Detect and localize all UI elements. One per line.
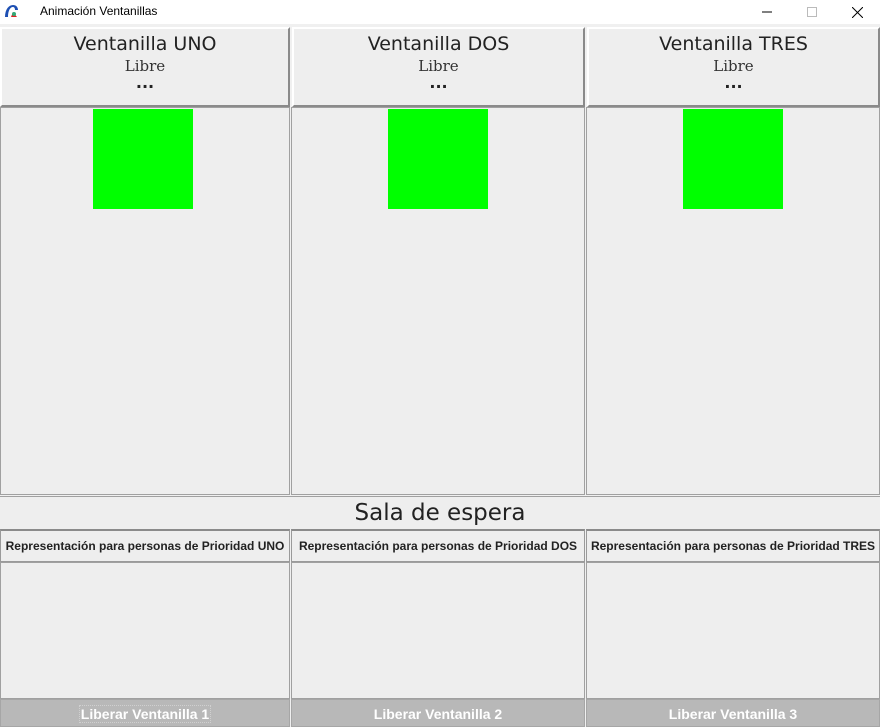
ventanilla-dots: ...	[135, 73, 155, 92]
ventanilla-dots: ...	[724, 73, 743, 92]
prioridad-dos-header: Representación para personas de Priorida…	[291, 529, 585, 562]
window-title: Animación Ventanillas	[40, 4, 158, 18]
prioridad-tres-header: Representación para personas de Priorida…	[586, 529, 880, 562]
prioridad-tres-area	[586, 562, 880, 699]
app-icon	[5, 5, 18, 17]
ventanilla-name: Ventanilla DOS	[367, 33, 510, 55]
ventanilla-tres-header: Ventanilla TRES Libre ...	[587, 27, 880, 107]
prioridad-uno-area	[0, 562, 290, 699]
title-bar: Animación Ventanillas	[0, 0, 880, 24]
close-icon	[851, 6, 863, 18]
ventanilla-name: Ventanilla TRES	[659, 33, 808, 55]
prioridad-dos-area	[291, 562, 585, 699]
ventanilla-dots: ...	[429, 73, 448, 92]
ventanilla-indicator	[683, 109, 783, 209]
minimize-icon	[762, 11, 772, 13]
ventanilla-indicator	[93, 109, 193, 209]
ventanilla-uno-header: Ventanilla UNO Libre ...	[0, 27, 290, 107]
close-button[interactable]	[834, 0, 880, 24]
sala-de-espera-title: Sala de espera	[0, 496, 880, 529]
button-label: Liberar Ventanilla 3	[668, 706, 798, 722]
liberar-ventanilla-2-button[interactable]: Liberar Ventanilla 2	[291, 699, 585, 727]
liberar-ventanilla-1-button[interactable]: Liberar Ventanilla 1	[0, 699, 290, 727]
maximize-icon	[807, 7, 817, 17]
liberar-ventanilla-3-button[interactable]: Liberar Ventanilla 3	[586, 699, 880, 727]
minimize-button[interactable]	[744, 0, 790, 24]
ventanilla-name: Ventanilla UNO	[73, 33, 217, 55]
button-label: Liberar Ventanilla 2	[373, 706, 503, 722]
ventanilla-dos-header: Ventanilla DOS Libre ...	[292, 27, 585, 107]
prioridad-uno-header: Representación para personas de Priorida…	[0, 529, 290, 562]
maximize-button[interactable]	[789, 0, 835, 24]
ventanilla-indicator	[388, 109, 488, 209]
ventanilla-uno-area	[0, 107, 290, 495]
button-label: Liberar Ventanilla 1	[78, 705, 212, 723]
ventanilla-tres-area	[586, 107, 880, 495]
ventanilla-dos-area	[291, 107, 585, 495]
